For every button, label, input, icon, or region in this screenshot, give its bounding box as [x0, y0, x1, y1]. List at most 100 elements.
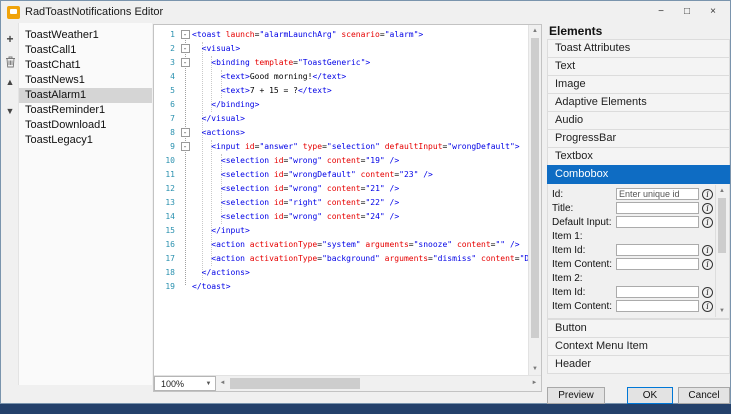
minimize-button[interactable]: − — [648, 3, 674, 21]
field-input-item-id[interactable] — [616, 244, 699, 256]
titlebar[interactable]: RadToastNotifications Editor − □ × — [1, 1, 730, 23]
fold-toggle-icon[interactable]: - — [181, 44, 190, 53]
field-label: Item Content: — [552, 259, 616, 270]
form-row: Item Id:i — [552, 243, 713, 257]
vertical-scroll-thumb[interactable] — [531, 38, 539, 338]
section-toast-attributes[interactable]: Toast Attributes — [547, 39, 730, 58]
line-number: 5 — [154, 84, 178, 98]
move-up-icon[interactable]: ▲ — [2, 74, 18, 90]
field-label: Item Id: — [552, 287, 616, 298]
field-input-default-input[interactable] — [616, 216, 699, 228]
cancel-button[interactable]: Cancel — [678, 387, 730, 404]
radtoast-editor-window: RadToastNotifications Editor − □ × + ▲ ▼… — [0, 0, 731, 404]
fold-toggle-icon[interactable]: - — [181, 30, 190, 39]
toast-list-item[interactable]: ToastNews1 — [19, 73, 152, 88]
line-number: 14 — [154, 210, 178, 224]
code-text: <text>Good morning!</text> — [192, 70, 528, 84]
code-line: 8- <actions> — [154, 126, 528, 140]
toast-list-item[interactable]: ToastAlarm1 — [19, 88, 152, 103]
code-line: 2- <visual> — [154, 42, 528, 56]
scroll-left-icon[interactable]: ◄ — [216, 376, 229, 391]
info-icon[interactable]: i — [702, 203, 713, 214]
scroll-right-icon[interactable]: ► — [528, 376, 541, 391]
scroll-up-icon[interactable]: ▲ — [529, 25, 541, 37]
code-text: <actions> — [192, 126, 528, 140]
scroll-up-icon[interactable]: ▲ — [716, 185, 728, 197]
form-scrollbar[interactable]: ▲ ▼ — [715, 185, 728, 317]
scroll-down-icon[interactable]: ▼ — [529, 363, 541, 375]
fold-gutter — [178, 98, 192, 112]
fold-gutter — [178, 252, 192, 266]
line-number: 17 — [154, 252, 178, 266]
desktop-background — [0, 404, 731, 414]
section-adaptive-elements[interactable]: Adaptive Elements — [547, 93, 730, 112]
info-icon[interactable]: i — [702, 189, 713, 200]
editor-vertical-scrollbar[interactable]: ▲ ▼ — [528, 25, 541, 375]
fold-gutter — [178, 84, 192, 98]
window-title: RadToastNotifications Editor — [25, 6, 163, 18]
close-button[interactable]: × — [700, 3, 726, 21]
elements-panel: Elements Toast AttributesTextImageAdapti… — [547, 24, 730, 385]
form-scroll-thumb[interactable] — [718, 198, 726, 253]
code-text: <selection id="wrongDefault" content="23… — [192, 168, 528, 182]
section-text[interactable]: Text — [547, 57, 730, 76]
preview-button[interactable]: Preview — [547, 387, 605, 404]
code-area[interactable]: 1-<toast launch="alarmLaunchArg" scenari… — [154, 25, 528, 375]
form-row: Default Input:i — [552, 215, 713, 229]
toast-list-item[interactable]: ToastLegacy1 — [19, 133, 152, 148]
section-textbox[interactable]: Textbox — [547, 147, 730, 166]
indent-guide — [211, 140, 212, 266]
info-icon[interactable]: i — [702, 217, 713, 228]
field-input-item-content[interactable] — [616, 258, 699, 270]
field-input-id[interactable]: Enter unique id — [616, 188, 699, 200]
info-icon[interactable]: i — [702, 259, 713, 270]
field-label: Id: — [552, 189, 616, 200]
info-icon[interactable]: i — [702, 245, 713, 256]
field-input-item-content[interactable] — [616, 300, 699, 312]
fold-gutter: - — [178, 56, 192, 70]
maximize-button[interactable]: □ — [674, 3, 700, 21]
section-image[interactable]: Image — [547, 75, 730, 94]
fold-toggle-icon[interactable]: - — [181, 58, 190, 67]
toast-list-item[interactable]: ToastCall1 — [19, 43, 152, 58]
code-text: <action activationType="background" argu… — [192, 252, 528, 266]
section-button[interactable]: Button — [547, 319, 730, 338]
dropdown-arrow-icon[interactable]: ▼ — [202, 381, 215, 387]
ok-button[interactable]: OK — [627, 387, 673, 404]
toast-list-item[interactable]: ToastDownload1 — [19, 118, 152, 133]
horizontal-scroll-thumb[interactable] — [230, 378, 360, 389]
editor-horizontal-scrollbar[interactable]: ◄ ► — [216, 376, 541, 391]
fold-gutter — [178, 280, 192, 294]
section-header[interactable]: Header — [547, 355, 730, 374]
move-down-icon[interactable]: ▼ — [2, 103, 18, 119]
fold-toggle-icon[interactable]: - — [181, 142, 190, 151]
fold-gutter — [178, 182, 192, 196]
form-row: Item 1: — [552, 229, 713, 243]
window-controls: − □ × — [648, 3, 726, 21]
section-combobox[interactable]: Combobox — [547, 165, 730, 184]
info-icon[interactable]: i — [702, 301, 713, 312]
code-line: 7 </visual> — [154, 112, 528, 126]
scroll-down-icon[interactable]: ▼ — [716, 305, 728, 317]
xml-editor: 1-<toast launch="alarmLaunchArg" scenari… — [153, 24, 542, 392]
code-text: </binding> — [192, 98, 528, 112]
fold-toggle-icon[interactable]: - — [181, 128, 190, 137]
line-number: 9 — [154, 140, 178, 154]
code-text: </actions> — [192, 266, 528, 280]
field-input-item-id[interactable] — [616, 286, 699, 298]
form-row: Id:Enter unique idi — [552, 187, 713, 201]
toast-list-item[interactable]: ToastWeather1 — [19, 28, 152, 43]
toast-list-item[interactable]: ToastChat1 — [19, 58, 152, 73]
section-progressbar[interactable]: ProgressBar — [547, 129, 730, 148]
add-toast-button[interactable]: + — [2, 31, 18, 47]
form-row: Title:i — [552, 201, 713, 215]
editor-statusbar: 100% ▼ ◄ ► — [154, 375, 541, 391]
section-audio[interactable]: Audio — [547, 111, 730, 130]
zoom-combobox[interactable]: 100% ▼ — [154, 376, 216, 391]
delete-toast-button[interactable] — [2, 56, 18, 72]
code-text: </visual> — [192, 112, 528, 126]
section-context-menu-item[interactable]: Context Menu Item — [547, 337, 730, 356]
field-input-title[interactable] — [616, 202, 699, 214]
info-icon[interactable]: i — [702, 287, 713, 298]
toast-list-item[interactable]: ToastReminder1 — [19, 103, 152, 118]
